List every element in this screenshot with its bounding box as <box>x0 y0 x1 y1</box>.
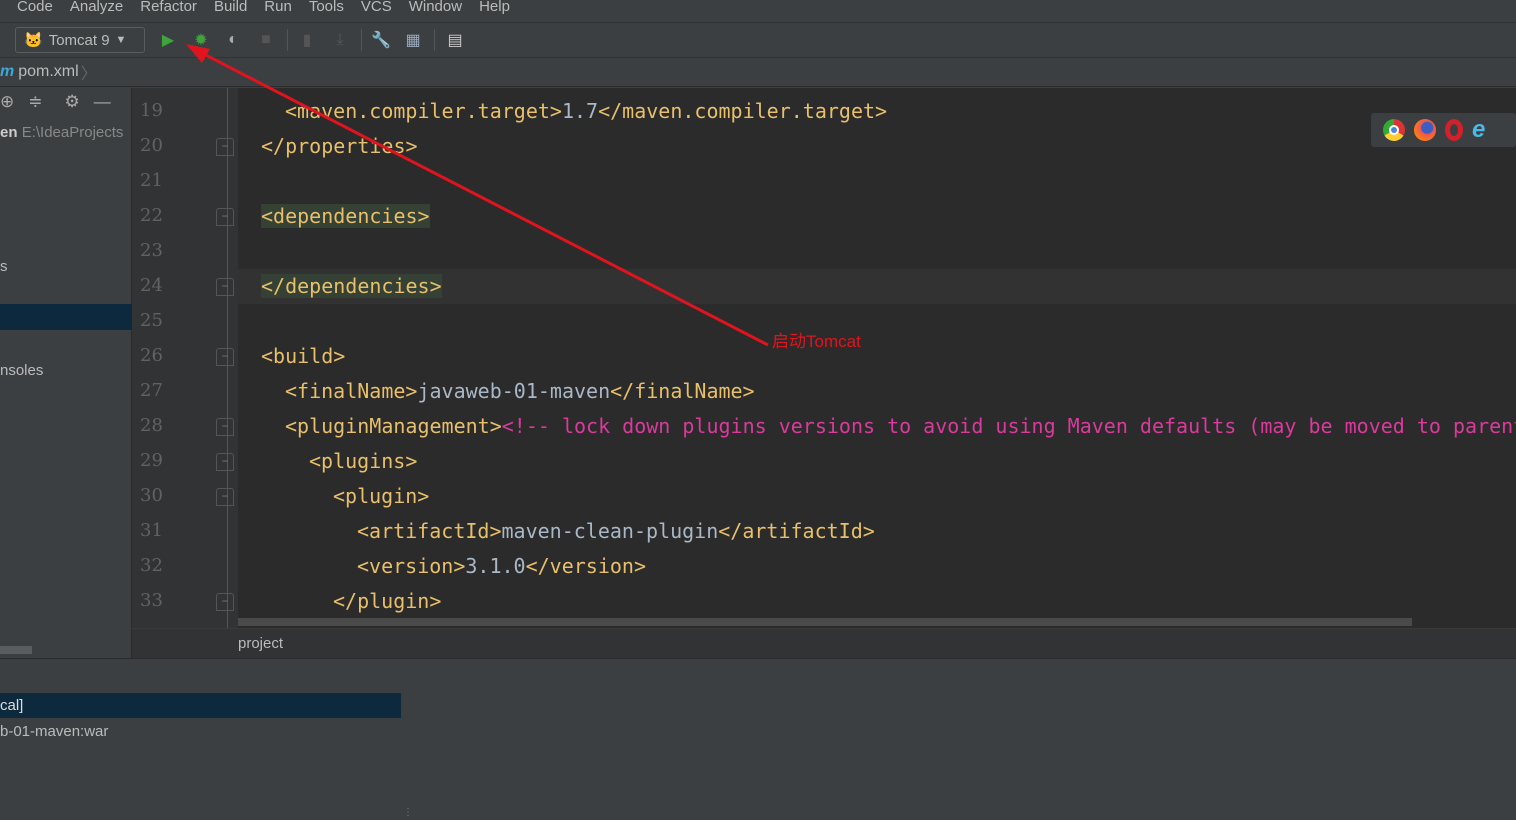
annotation-arrow <box>186 44 769 347</box>
arrow-line <box>195 48 769 347</box>
annotation-label: 启动Tomcat <box>772 332 861 351</box>
arrow-head <box>186 44 210 63</box>
